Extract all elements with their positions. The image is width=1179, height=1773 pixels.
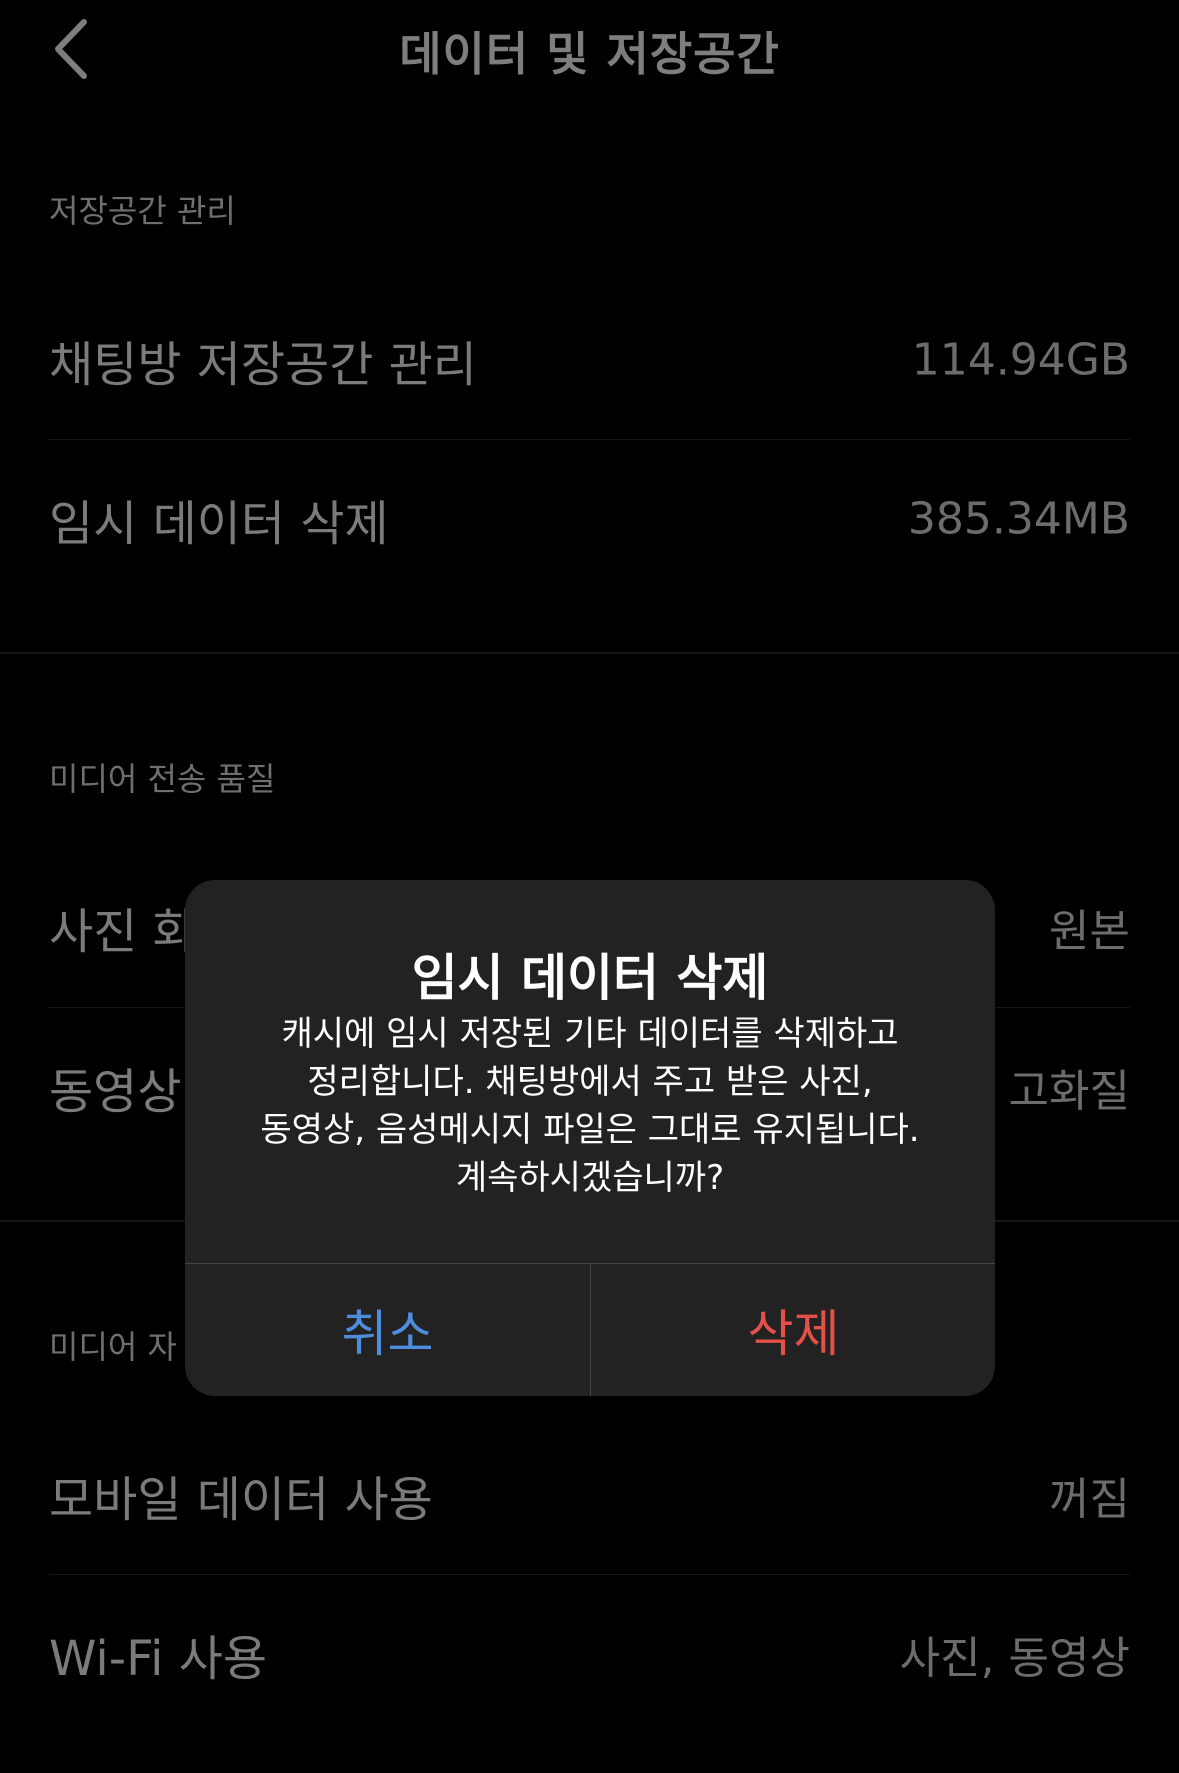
row-mobile-data[interactable]: 모바일 데이터 사용 꺼짐 [49,1416,1130,1574]
section-header-media-quality: 미디어 전송 품질 [49,760,276,798]
confirm-dialog: 임시 데이터 삭제 캐시에 임시 저장된 기타 데이터를 삭제하고 정리합니다.… [185,880,995,1396]
row-value: 고화질 [1008,1066,1130,1117]
section-divider [0,652,1179,654]
row-value: 114.94GB [911,334,1130,386]
dialog-message-line: 동영상, 음성메시지 파일은 그대로 유지됩니다. [260,1110,920,1150]
section-header-media-auto: 미디어 자 [49,1328,177,1366]
row-value: 385.34MB [907,493,1130,545]
row-wifi[interactable]: Wi-Fi 사용 사진, 동영상 [49,1575,1130,1733]
delete-button[interactable]: 삭제 [591,1264,995,1396]
row-label: 채팅방 저장공간 관리 [49,337,477,393]
row-label: Wi-Fi 사용 [49,1631,268,1687]
dialog-message-line: 캐시에 임시 저장된 기타 데이터를 삭제하고 [281,1014,899,1054]
row-clear-temp-data[interactable]: 임시 데이터 삭제 385.34MB [49,440,1130,598]
dialog-message-line: 계속하시겠습니까? [455,1158,725,1198]
page-title: 데이터 및 저장공간 [399,27,780,81]
row-value: 사진, 동영상 [899,1633,1130,1684]
row-label: 동영상 [49,1064,182,1120]
dialog-title: 임시 데이터 삭제 [411,949,769,1007]
data-storage-screen: 데이터 및 저장공간 저장공간 관리 채팅방 저장공간 관리 114.94GB … [0,0,1179,1773]
section-header-storage: 저장공간 관리 [49,192,236,230]
row-chatroom-storage[interactable]: 채팅방 저장공간 관리 114.94GB [49,281,1130,439]
row-value: 원본 [1049,906,1130,957]
row-label: 사진 화 [49,904,197,960]
row-value: 꺼짐 [1049,1474,1130,1525]
dialog-message: 캐시에 임시 저장된 기타 데이터를 삭제하고 정리합니다. 채팅방에서 주고 … [225,1010,955,1202]
row-label: 모바일 데이터 사용 [49,1472,433,1528]
cancel-button[interactable]: 취소 [185,1264,590,1396]
dialog-message-line: 정리합니다. 채팅방에서 주고 받은 사진, [307,1062,873,1102]
row-label: 임시 데이터 삭제 [49,496,389,552]
navigation-bar: 데이터 및 저장공간 [0,0,1179,110]
